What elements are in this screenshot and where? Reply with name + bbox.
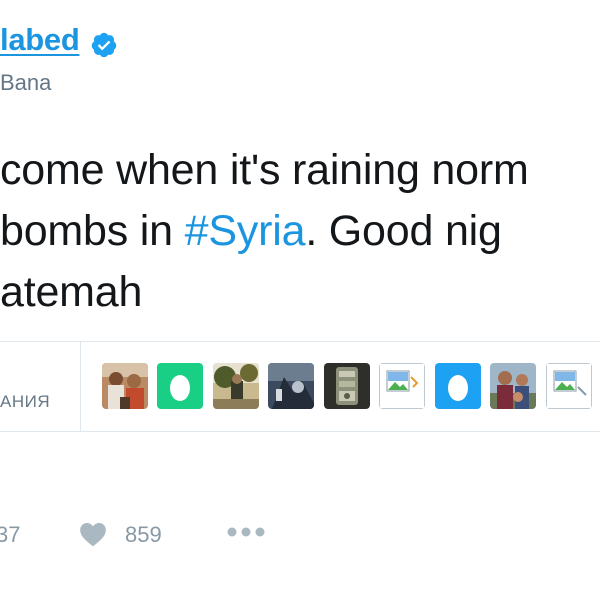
avatar-photo-dark <box>268 363 314 409</box>
liker-avatar[interactable] <box>324 363 370 409</box>
retweet-count[interactable]: 37 <box>0 522 20 548</box>
liker-avatar[interactable] <box>268 363 314 409</box>
like-count[interactable]: 859 <box>125 522 162 548</box>
divider-bottom <box>0 431 600 432</box>
verified-badge-icon <box>91 32 117 58</box>
avatar-photo-ornament <box>324 363 370 409</box>
broken-image-icon <box>379 363 425 409</box>
egg-avatar-icon <box>157 363 203 409</box>
tweet-line-1: come when it's raining norm <box>0 146 529 194</box>
liker-avatar[interactable] <box>102 363 148 409</box>
liker-avatar[interactable] <box>435 363 481 409</box>
avatar-photo-couple <box>490 363 536 409</box>
likes-label[interactable]: АНИЯ <box>0 392 50 412</box>
divider-vertical <box>80 342 81 431</box>
tweet-text-segment: bombs in <box>0 207 185 255</box>
liker-avatar[interactable] <box>379 363 425 409</box>
divider-top <box>0 341 600 342</box>
tweet-line-3: atemah <box>0 268 143 316</box>
tweet-text-segment: . Good nig <box>305 207 502 255</box>
hashtag-link[interactable]: #Syria <box>185 207 306 255</box>
tweet-text: come when it's raining norm bombs in #Sy… <box>0 140 529 323</box>
tweet-line-2: bombs in #Syria. Good nig <box>0 201 529 262</box>
liker-avatar[interactable] <box>490 363 536 409</box>
avatar-photo-people <box>102 363 148 409</box>
heart-icon[interactable] <box>79 521 107 547</box>
liker-avatar[interactable] <box>157 363 203 409</box>
more-dots-icon[interactable] <box>226 526 266 538</box>
broken-image-icon <box>546 363 592 409</box>
liker-avatar[interactable] <box>213 363 259 409</box>
user-handle[interactable]: Bana <box>0 70 51 96</box>
egg-avatar-icon <box>435 363 481 409</box>
liker-avatar[interactable] <box>546 363 592 409</box>
user-display-name[interactable]: labed <box>0 22 80 58</box>
avatar-photo-outdoor <box>213 363 259 409</box>
